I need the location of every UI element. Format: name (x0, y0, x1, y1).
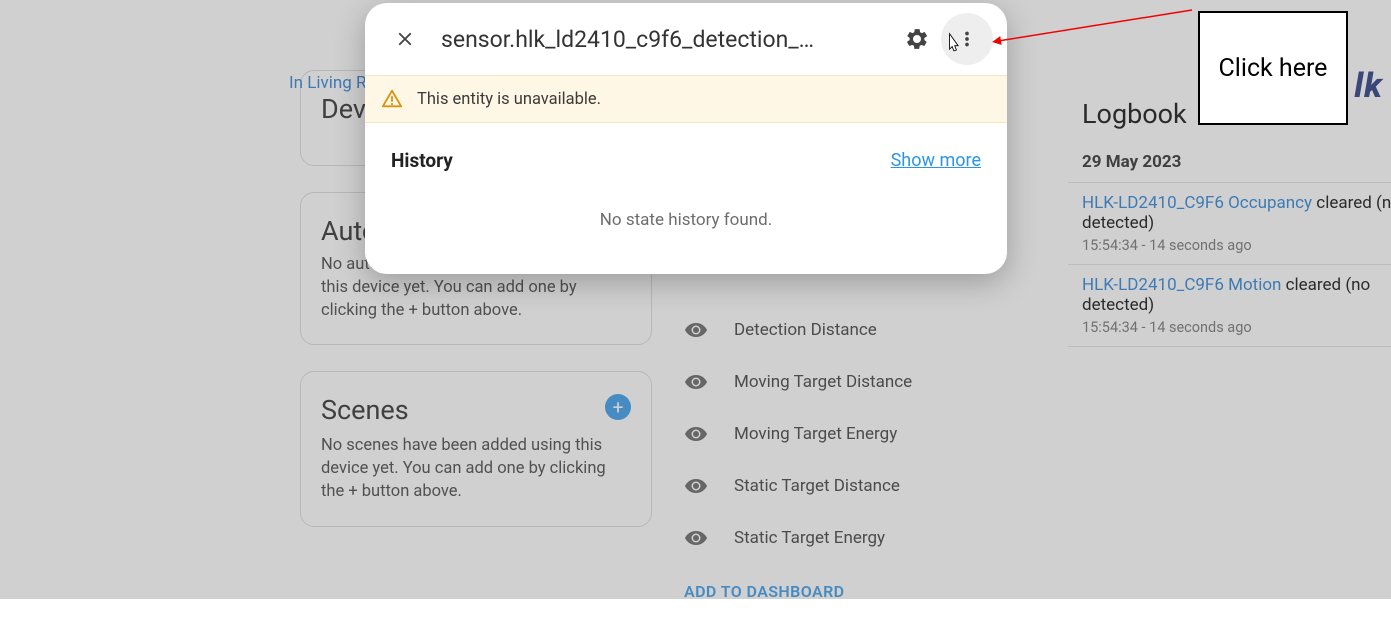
annotation-callout: Click here (1198, 11, 1348, 125)
close-button[interactable] (385, 19, 425, 59)
pointer-cursor-icon (942, 32, 964, 60)
dialog-title: sensor.hlk_ld2410_c9f6_detection_… (435, 26, 887, 53)
history-heading: History (391, 149, 453, 172)
close-icon (394, 28, 416, 50)
warning-icon (381, 88, 403, 110)
gear-icon (905, 27, 929, 51)
no-history-text: No state history found. (391, 210, 981, 230)
warning-banner: This entity is unavailable. (365, 75, 1007, 123)
entity-dialog: sensor.hlk_ld2410_c9f6_detection_… This … (365, 3, 1007, 274)
show-more-link[interactable]: Show more (891, 150, 981, 171)
warning-text: This entity is unavailable. (417, 90, 601, 109)
settings-button[interactable] (897, 19, 937, 59)
annotation-text: Click here (1219, 54, 1328, 83)
